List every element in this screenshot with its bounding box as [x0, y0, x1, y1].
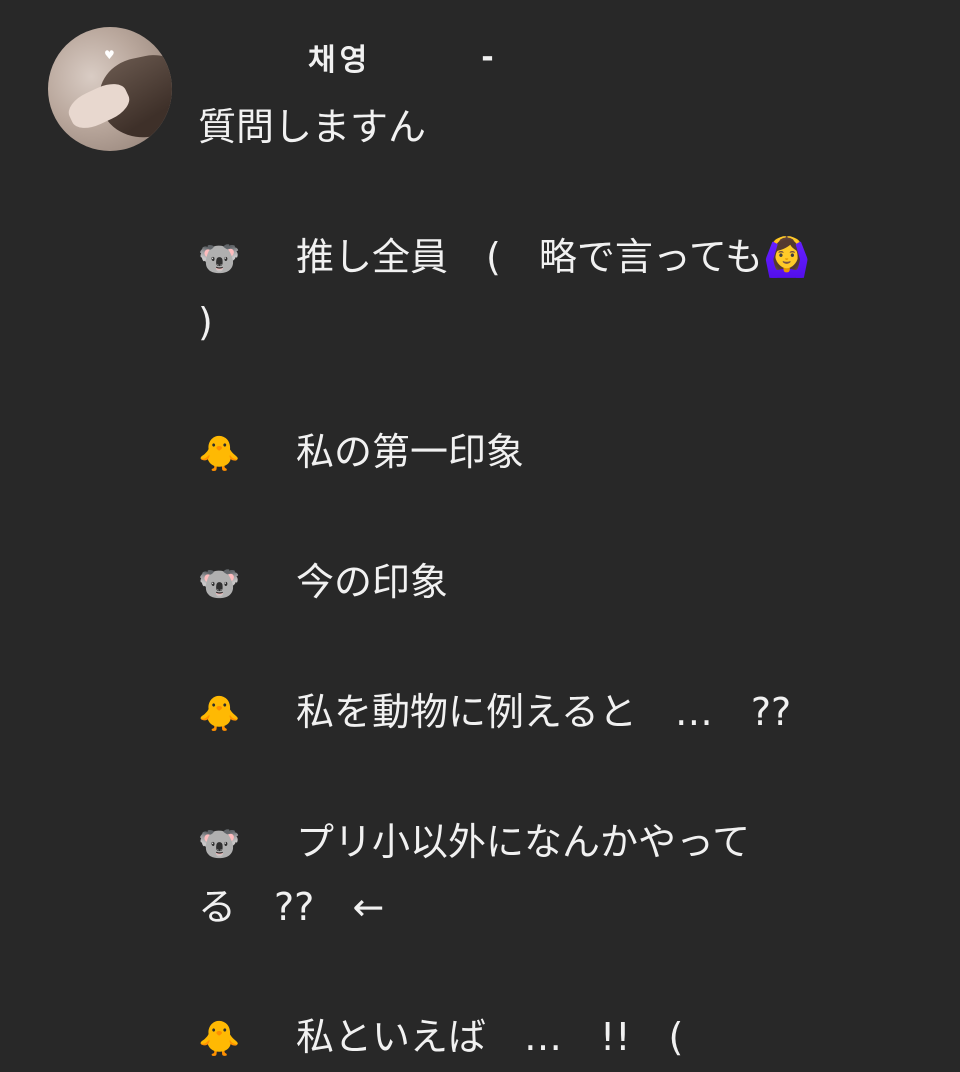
author-row: 채영 -: [308, 34, 494, 80]
chick-icon: 🐥: [198, 694, 241, 734]
body-line-text: 推し全員 ( 略で言っても🙆‍♀️: [296, 235, 811, 279]
body-line-text: 私を動物に例えると … ??: [296, 690, 792, 734]
body-line: る ?? ←: [198, 875, 898, 940]
chick-icon: 🐥: [198, 434, 241, 474]
body-line-text: 今の印象: [296, 560, 449, 604]
body-line: 質問しますん: [198, 95, 898, 160]
avatar[interactable]: ♥: [48, 27, 172, 151]
comment-post: ♥ 채영 - 質問しますん 🐨 推し全員 ( 略で言っても🙆‍♀️ ) 🐥 私の第一…: [0, 0, 960, 1072]
body-line-text: る ?? ←: [198, 885, 385, 929]
post-body: 質問しますん 🐨 推し全員 ( 略で言っても🙆‍♀️ ) 🐥 私の第一印象 🐨 今の印…: [198, 95, 898, 1070]
body-line: ): [198, 290, 898, 355]
body-line: 🐥 私の第一印象: [198, 420, 898, 485]
body-line-text: 私の第一印象: [296, 430, 525, 474]
koala-icon: 🐨: [198, 824, 241, 864]
body-line: 🐥 私といえば … !! (: [198, 1005, 898, 1070]
body-line: 🐥 私を動物に例えると … ??: [198, 680, 898, 745]
body-line-text: 私といえば … !! (: [296, 1015, 684, 1059]
body-line: 🐨 今の印象: [198, 550, 898, 615]
koala-icon: 🐨: [198, 564, 241, 604]
body-line-text: プリ小以外になんかやって: [296, 820, 751, 864]
author-name[interactable]: 채영: [308, 35, 371, 79]
body-line-text: 質問しますん: [198, 105, 427, 149]
chick-icon: 🐥: [198, 1019, 241, 1059]
author-separator: -: [481, 39, 494, 75]
koala-icon: 🐨: [198, 239, 241, 279]
body-line: 🐨 推し全員 ( 略で言っても🙆‍♀️: [198, 225, 898, 290]
body-line: 🐨 プリ小以外になんかやって: [198, 810, 898, 875]
heart-icon: ♥: [104, 48, 115, 62]
body-line-text: ): [198, 300, 213, 344]
